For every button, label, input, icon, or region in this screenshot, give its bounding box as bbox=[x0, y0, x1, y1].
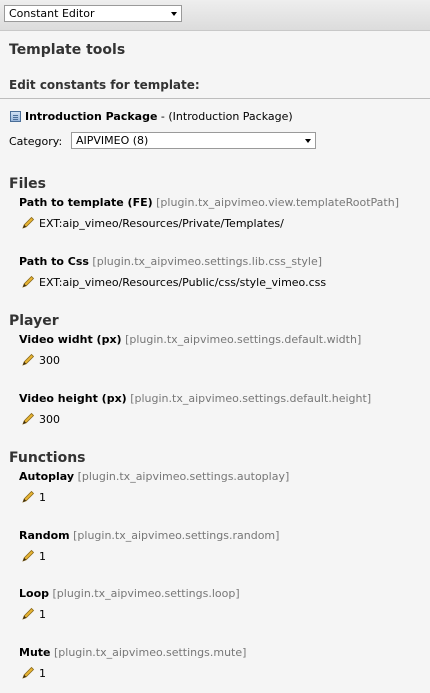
setting-key: [plugin.tx_aipvimeo.settings.random] bbox=[73, 529, 280, 542]
setting-name: Path to Css bbox=[19, 255, 89, 268]
section-files: Files bbox=[9, 176, 46, 192]
setting-value: EXT:aip_vimeo/Resources/Private/Template… bbox=[39, 217, 284, 230]
setting-value: 300 bbox=[39, 354, 60, 367]
setting-name: Video height (px) bbox=[19, 392, 127, 405]
setting-name: Mute bbox=[19, 646, 51, 659]
page-title: Template tools bbox=[9, 42, 126, 58]
pencil-icon[interactable] bbox=[22, 412, 35, 425]
pencil-icon[interactable] bbox=[22, 607, 35, 620]
setting-random-value[interactable]: 1 bbox=[22, 549, 46, 563]
pencil-icon[interactable] bbox=[22, 275, 35, 288]
setting-key: [plugin.tx_aipvimeo.settings.mute] bbox=[54, 646, 247, 659]
pencil-icon[interactable] bbox=[22, 549, 35, 562]
setting-key: [plugin.tx_aipvimeo.settings.loop] bbox=[52, 587, 240, 600]
category-select[interactable]: AIPVIMEO (8) bbox=[71, 132, 316, 149]
setting-css-path: Path to Css [plugin.tx_aipvimeo.settings… bbox=[19, 255, 322, 268]
template-suffix: - (Introduction Package) bbox=[160, 110, 293, 123]
setting-name: Loop bbox=[19, 587, 49, 600]
setting-key: [plugin.tx_aipvimeo.settings.lib.css_sty… bbox=[92, 255, 323, 268]
setting-css-path-value[interactable]: EXT:aip_vimeo/Resources/Public/css/style… bbox=[22, 275, 326, 289]
divider bbox=[0, 98, 430, 99]
setting-name: Random bbox=[19, 529, 70, 542]
chevron-down-icon bbox=[171, 12, 177, 16]
setting-value: 300 bbox=[39, 413, 60, 426]
template-info: Introduction Package - (Introduction Pac… bbox=[10, 110, 293, 123]
template-page-icon bbox=[10, 111, 21, 122]
section-player: Player bbox=[9, 313, 59, 329]
setting-video-width: Video widht (px) [plugin.tx_aipvimeo.set… bbox=[19, 333, 361, 346]
setting-name: Autoplay bbox=[19, 470, 75, 483]
setting-template-path: Path to template (FE) [plugin.tx_aipvime… bbox=[19, 196, 399, 209]
setting-value: 1 bbox=[39, 491, 46, 504]
setting-loop-value[interactable]: 1 bbox=[22, 607, 46, 621]
setting-key: [plugin.tx_aipvimeo.view.templateRootPat… bbox=[156, 196, 399, 209]
setting-autoplay: Autoplay [plugin.tx_aipvimeo.settings.au… bbox=[19, 470, 289, 483]
setting-video-height-value[interactable]: 300 bbox=[22, 412, 60, 426]
setting-value: EXT:aip_vimeo/Resources/Public/css/style… bbox=[39, 276, 327, 289]
module-function-select[interactable]: Constant Editor bbox=[4, 5, 182, 22]
setting-random: Random [plugin.tx_aipvimeo.settings.rand… bbox=[19, 529, 279, 542]
setting-value: 1 bbox=[39, 608, 46, 621]
pencil-icon[interactable] bbox=[22, 216, 35, 229]
category-label: Category: bbox=[9, 135, 63, 148]
category-value: AIPVIMEO (8) bbox=[76, 134, 149, 147]
edit-constants-heading: Edit constants for template: bbox=[9, 78, 200, 92]
setting-name: Video widht (px) bbox=[19, 333, 122, 346]
setting-autoplay-value[interactable]: 1 bbox=[22, 490, 46, 504]
setting-value: 1 bbox=[39, 667, 46, 680]
setting-name: Path to template (FE) bbox=[19, 196, 153, 209]
chevron-down-icon bbox=[305, 139, 311, 143]
setting-video-width-value[interactable]: 300 bbox=[22, 353, 60, 367]
setting-key: [plugin.tx_aipvimeo.settings.autoplay] bbox=[77, 470, 290, 483]
module-function-value: Constant Editor bbox=[9, 7, 95, 20]
setting-value: 1 bbox=[39, 550, 46, 563]
setting-video-height: Video height (px) [plugin.tx_aipvimeo.se… bbox=[19, 392, 371, 405]
template-name[interactable]: Introduction Package bbox=[25, 110, 157, 123]
setting-key: [plugin.tx_aipvimeo.settings.default.wid… bbox=[125, 333, 362, 346]
setting-mute: Mute [plugin.tx_aipvimeo.settings.mute] bbox=[19, 646, 246, 659]
section-functions: Functions bbox=[9, 450, 86, 466]
setting-loop: Loop [plugin.tx_aipvimeo.settings.loop] bbox=[19, 587, 240, 600]
pencil-icon[interactable] bbox=[22, 666, 35, 679]
module-toolbar: Constant Editor bbox=[0, 0, 430, 31]
setting-mute-value[interactable]: 1 bbox=[22, 666, 46, 680]
setting-template-path-value[interactable]: EXT:aip_vimeo/Resources/Private/Template… bbox=[22, 216, 284, 230]
pencil-icon[interactable] bbox=[22, 353, 35, 366]
setting-key: [plugin.tx_aipvimeo.settings.default.hei… bbox=[130, 392, 372, 405]
pencil-icon[interactable] bbox=[22, 490, 35, 503]
